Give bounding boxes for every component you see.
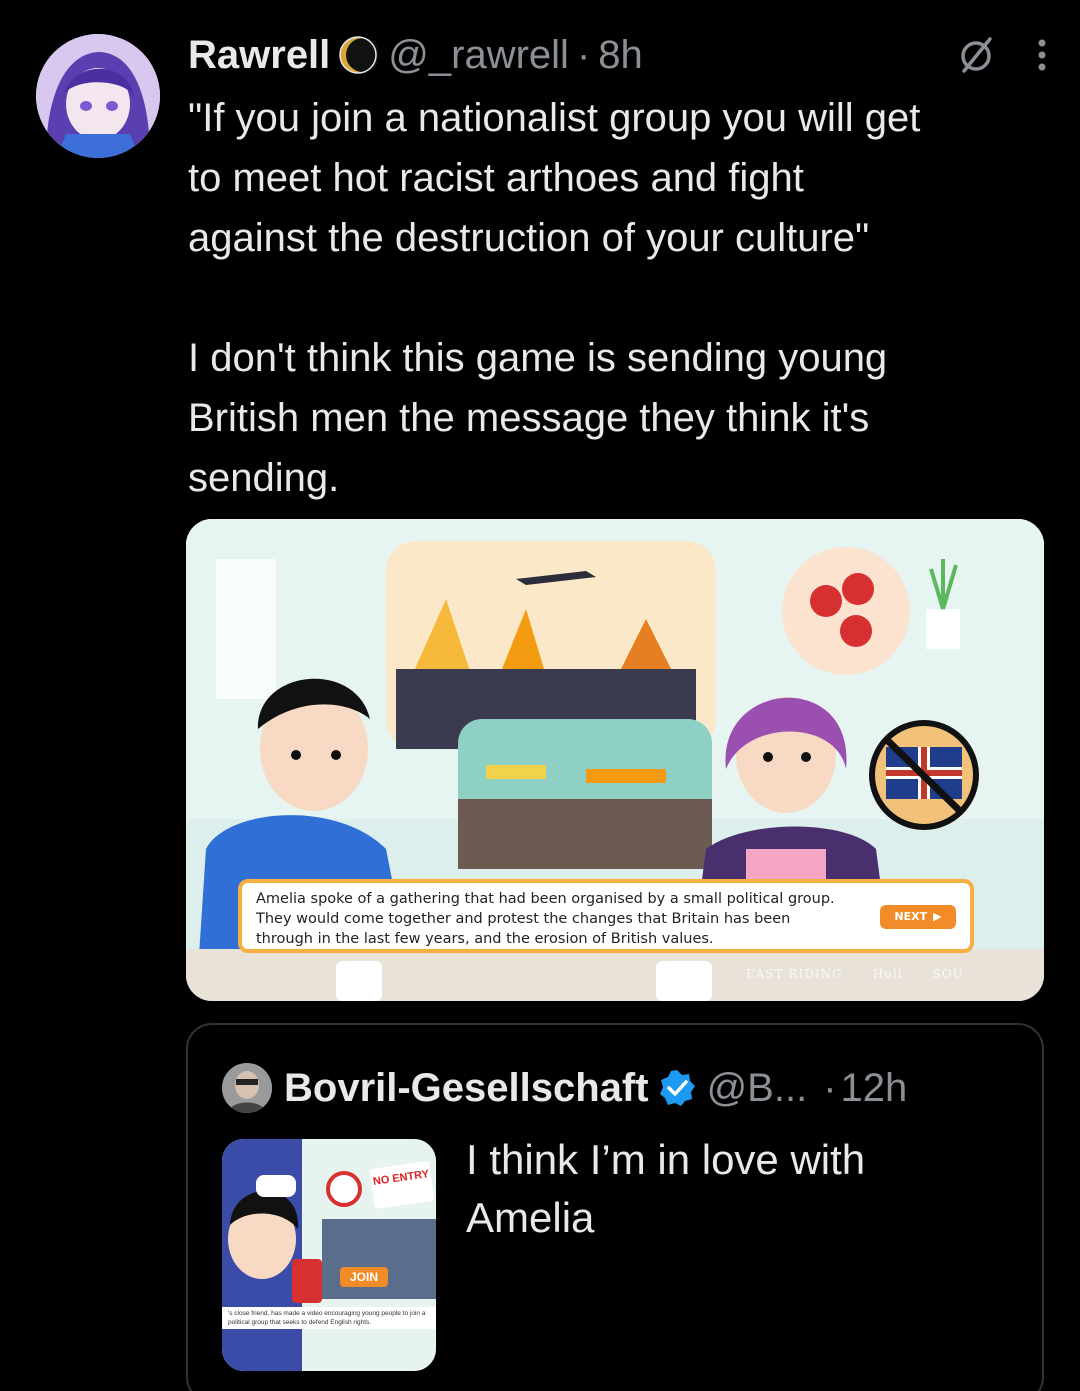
- next-label: NEXT: [894, 910, 928, 923]
- game-dialog-box: Amelia spoke of a gathering that had bee…: [238, 879, 974, 953]
- author-display-name[interactable]: Rawrell: [188, 33, 330, 78]
- dialog-line: through in the last few years, and the e…: [256, 931, 714, 947]
- play-arrow-icon: ▶: [933, 910, 942, 923]
- tweet-media-image[interactable]: Amelia spoke of a gathering that had bee…: [186, 519, 1044, 1001]
- quote-handle[interactable]: @B...: [707, 1066, 808, 1111]
- separator-dot: ·: [576, 32, 591, 77]
- tweet-time[interactable]: 8h: [598, 33, 643, 78]
- thumbnail-caption: 's close friend, has made a video encour…: [222, 1307, 436, 1329]
- tweet-text-line: sending.: [188, 456, 340, 500]
- quote-author-avatar[interactable]: [222, 1063, 272, 1113]
- quote-text-line: I think I’m in love with: [466, 1136, 866, 1183]
- source-logo: SOU: [932, 967, 964, 981]
- tweet-text-line: I don't think this game is sending young: [188, 336, 888, 380]
- quote-time[interactable]: 12h: [841, 1066, 908, 1111]
- sponsor-logos: EAST RIDING Hull SOU: [746, 967, 964, 981]
- quoted-tweet[interactable]: Bovril-Gesellschaft @B... · 12h NO ENTRY…: [186, 1023, 1044, 1391]
- dialog-line: They would come together and protest the…: [256, 911, 791, 927]
- quote-media-thumbnail[interactable]: NO ENTRY JOIN 's close friend, has made …: [222, 1139, 436, 1371]
- verified-badge-icon: [659, 1070, 695, 1106]
- tweet-text-line: "If you join a nationalist group you wil…: [188, 96, 921, 140]
- tweet-text-line: against the destruction of your culture": [188, 216, 870, 260]
- tweet-header: Rawrell @_rawrell · 8h: [188, 30, 1048, 80]
- separator-dot: ·: [823, 1065, 837, 1110]
- more-vertical-icon[interactable]: [1036, 35, 1048, 75]
- tweet-text-line: British men the message they think it's: [188, 396, 870, 440]
- hull-logo: Hull: [872, 967, 903, 981]
- tweet-text-line: to meet hot racist arthoes and fight: [188, 156, 804, 200]
- quote-text-line: Amelia: [466, 1194, 595, 1241]
- photo-avatar-icon: [222, 1063, 272, 1113]
- tweet-text: "If you join a nationalist group you wil…: [188, 88, 1048, 508]
- quote-header: Bovril-Gesellschaft @B... · 12h: [222, 1063, 907, 1113]
- join-button: JOIN: [340, 1267, 389, 1287]
- grok-icon[interactable]: [956, 35, 996, 75]
- author-handle[interactable]: @_rawrell: [388, 33, 569, 78]
- east-riding-logo: EAST RIDING: [746, 967, 843, 981]
- quote-text: I think I’m in love with Amelia: [466, 1131, 1006, 1247]
- eclipse-badge-icon: [339, 36, 379, 74]
- next-button[interactable]: NEXT ▶: [880, 905, 956, 929]
- dialog-line: Amelia spoke of a gathering that had bee…: [256, 891, 835, 907]
- header-actions: [956, 30, 1048, 80]
- author-avatar[interactable]: [36, 34, 160, 158]
- quote-display-name[interactable]: Bovril-Gesellschaft: [284, 1066, 649, 1111]
- anime-avatar-icon: [36, 34, 160, 158]
- no-entry-sign: NO ENTRY: [369, 1161, 435, 1209]
